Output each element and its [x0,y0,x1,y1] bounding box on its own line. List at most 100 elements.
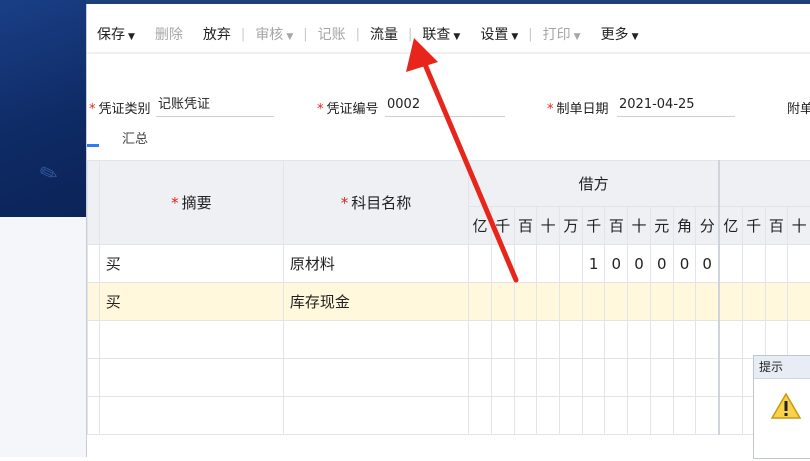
debit-digit-cell[interactable] [469,359,492,397]
debit-digit-cell[interactable] [673,321,696,359]
debit-digit-cell[interactable] [582,321,605,359]
toolbar: 保存▼ 删除 放弃 | 审核▼ | 记账 | 流量 | 联查▼ 设置▼ | 打印… [87,16,810,52]
account-cell[interactable] [283,397,468,435]
debit-digit-cell[interactable] [469,397,492,435]
credit-digit-cell[interactable] [719,321,742,359]
account-cell[interactable]: 库存现金 [283,283,468,321]
debit-digit-cell[interactable] [628,397,651,435]
summary-cell[interactable]: 买 [99,245,283,283]
debit-digit-cell[interactable] [469,245,492,283]
account-cell[interactable] [283,359,468,397]
table-row[interactable]: 买库存现金 [88,283,810,321]
print-button[interactable]: 打印▼ [533,24,591,44]
debit-digit-cell[interactable] [491,321,514,359]
debit-digit-cell[interactable] [560,321,583,359]
debit-digit-cell[interactable] [582,359,605,397]
summary-cell[interactable] [99,359,283,397]
debit-digit-cell[interactable] [469,283,492,321]
debit-digit-cell[interactable] [696,283,719,321]
debit-digit-cell[interactable]: 0 [628,245,651,283]
credit-digit-cell[interactable] [742,283,765,321]
table-row[interactable] [88,359,810,397]
table-row[interactable] [88,321,810,359]
debit-digit-cell[interactable] [696,321,719,359]
debit-digit-cell[interactable] [514,321,537,359]
debit-digit-cell[interactable] [673,359,696,397]
debit-digit-cell[interactable]: 0 [650,245,673,283]
debit-digit-cell[interactable] [537,321,560,359]
debit-digit-cell[interactable]: 0 [696,245,719,283]
settings-button[interactable]: 设置▼ [470,24,528,44]
debit-digit-cell[interactable]: 1 [582,245,605,283]
discard-button[interactable]: 放弃 [193,24,241,44]
debit-digit-cell[interactable] [605,321,628,359]
debit-digit-cell[interactable] [582,283,605,321]
table-row[interactable]: 买原材料100000 [88,245,810,283]
credit-digit-cell[interactable] [788,245,810,283]
cashflow-button[interactable]: 流量 [360,24,408,44]
debit-digit-cell[interactable] [491,359,514,397]
debit-digit-cell[interactable] [491,397,514,435]
save-button[interactable]: 保存▼ [87,24,145,44]
debit-digit-cell[interactable] [514,245,537,283]
debit-digit-cell[interactable] [628,321,651,359]
debit-digit-cell[interactable] [650,321,673,359]
credit-digit-cell[interactable] [765,321,788,359]
credit-digit-cell[interactable] [719,359,742,397]
debit-digit-cell[interactable] [696,359,719,397]
more-button[interactable]: 更多▼ [591,24,649,44]
credit-digit-cell[interactable] [765,245,788,283]
tab-summary[interactable]: 汇总 [122,128,148,147]
summary-cell[interactable]: 买 [99,283,283,321]
debit-digit-cell[interactable] [673,283,696,321]
credit-digit-cell[interactable] [719,283,742,321]
debit-digit-cell[interactable] [491,283,514,321]
debit-digit-cell[interactable] [605,283,628,321]
voucher-type-select[interactable]: 记账凭证 [156,92,274,117]
debit-digit-cell[interactable] [560,397,583,435]
date-input[interactable]: 2021-04-25 [617,92,735,117]
delete-button[interactable]: 删除 [145,24,193,44]
summary-cell[interactable] [99,397,283,435]
account-cell[interactable]: 原材料 [283,245,468,283]
debit-digit-cell[interactable] [560,245,583,283]
debit-digit-cell[interactable] [628,283,651,321]
credit-digit-cell[interactable] [788,321,810,359]
credit-digit-cell[interactable] [742,245,765,283]
debit-digit-cell[interactable] [514,359,537,397]
debit-digit-cell[interactable] [673,397,696,435]
debit-digit-cell[interactable] [537,397,560,435]
credit-digit-cell[interactable] [719,245,742,283]
debit-digit-cell[interactable] [650,397,673,435]
credit-digit-cell[interactable] [788,283,810,321]
query-button[interactable]: 联查▼ [412,24,470,44]
debit-digit-cell[interactable] [514,397,537,435]
debit-digit-cell[interactable] [469,321,492,359]
debit-digit-cell[interactable] [560,283,583,321]
voucher-no-input[interactable]: 0002 [385,92,505,117]
debit-digit-cell[interactable] [628,359,651,397]
debit-digit-cell[interactable] [696,397,719,435]
credit-digit-cell[interactable] [719,397,742,435]
credit-digit-cell[interactable] [742,321,765,359]
debit-digit-cell[interactable] [537,283,560,321]
debit-digit-cell[interactable] [650,359,673,397]
debit-digit-cell[interactable] [537,245,560,283]
summary-cell[interactable] [99,321,283,359]
audit-button[interactable]: 审核▼ [245,24,303,44]
debit-digit-cell[interactable] [514,283,537,321]
credit-digit-cell[interactable] [765,283,788,321]
debit-digit-cell[interactable]: 0 [673,245,696,283]
post-button[interactable]: 记账 [308,24,356,44]
debit-digit-cell[interactable] [582,397,605,435]
print-label: 打印 [543,27,571,43]
debit-digit-cell[interactable]: 0 [605,245,628,283]
debit-digit-cell[interactable] [605,397,628,435]
debit-digit-cell[interactable] [605,359,628,397]
debit-digit-cell[interactable] [491,245,514,283]
debit-digit-cell[interactable] [537,359,560,397]
account-cell[interactable] [283,321,468,359]
debit-digit-cell[interactable] [650,283,673,321]
table-row[interactable] [88,397,810,435]
debit-digit-cell[interactable] [560,359,583,397]
